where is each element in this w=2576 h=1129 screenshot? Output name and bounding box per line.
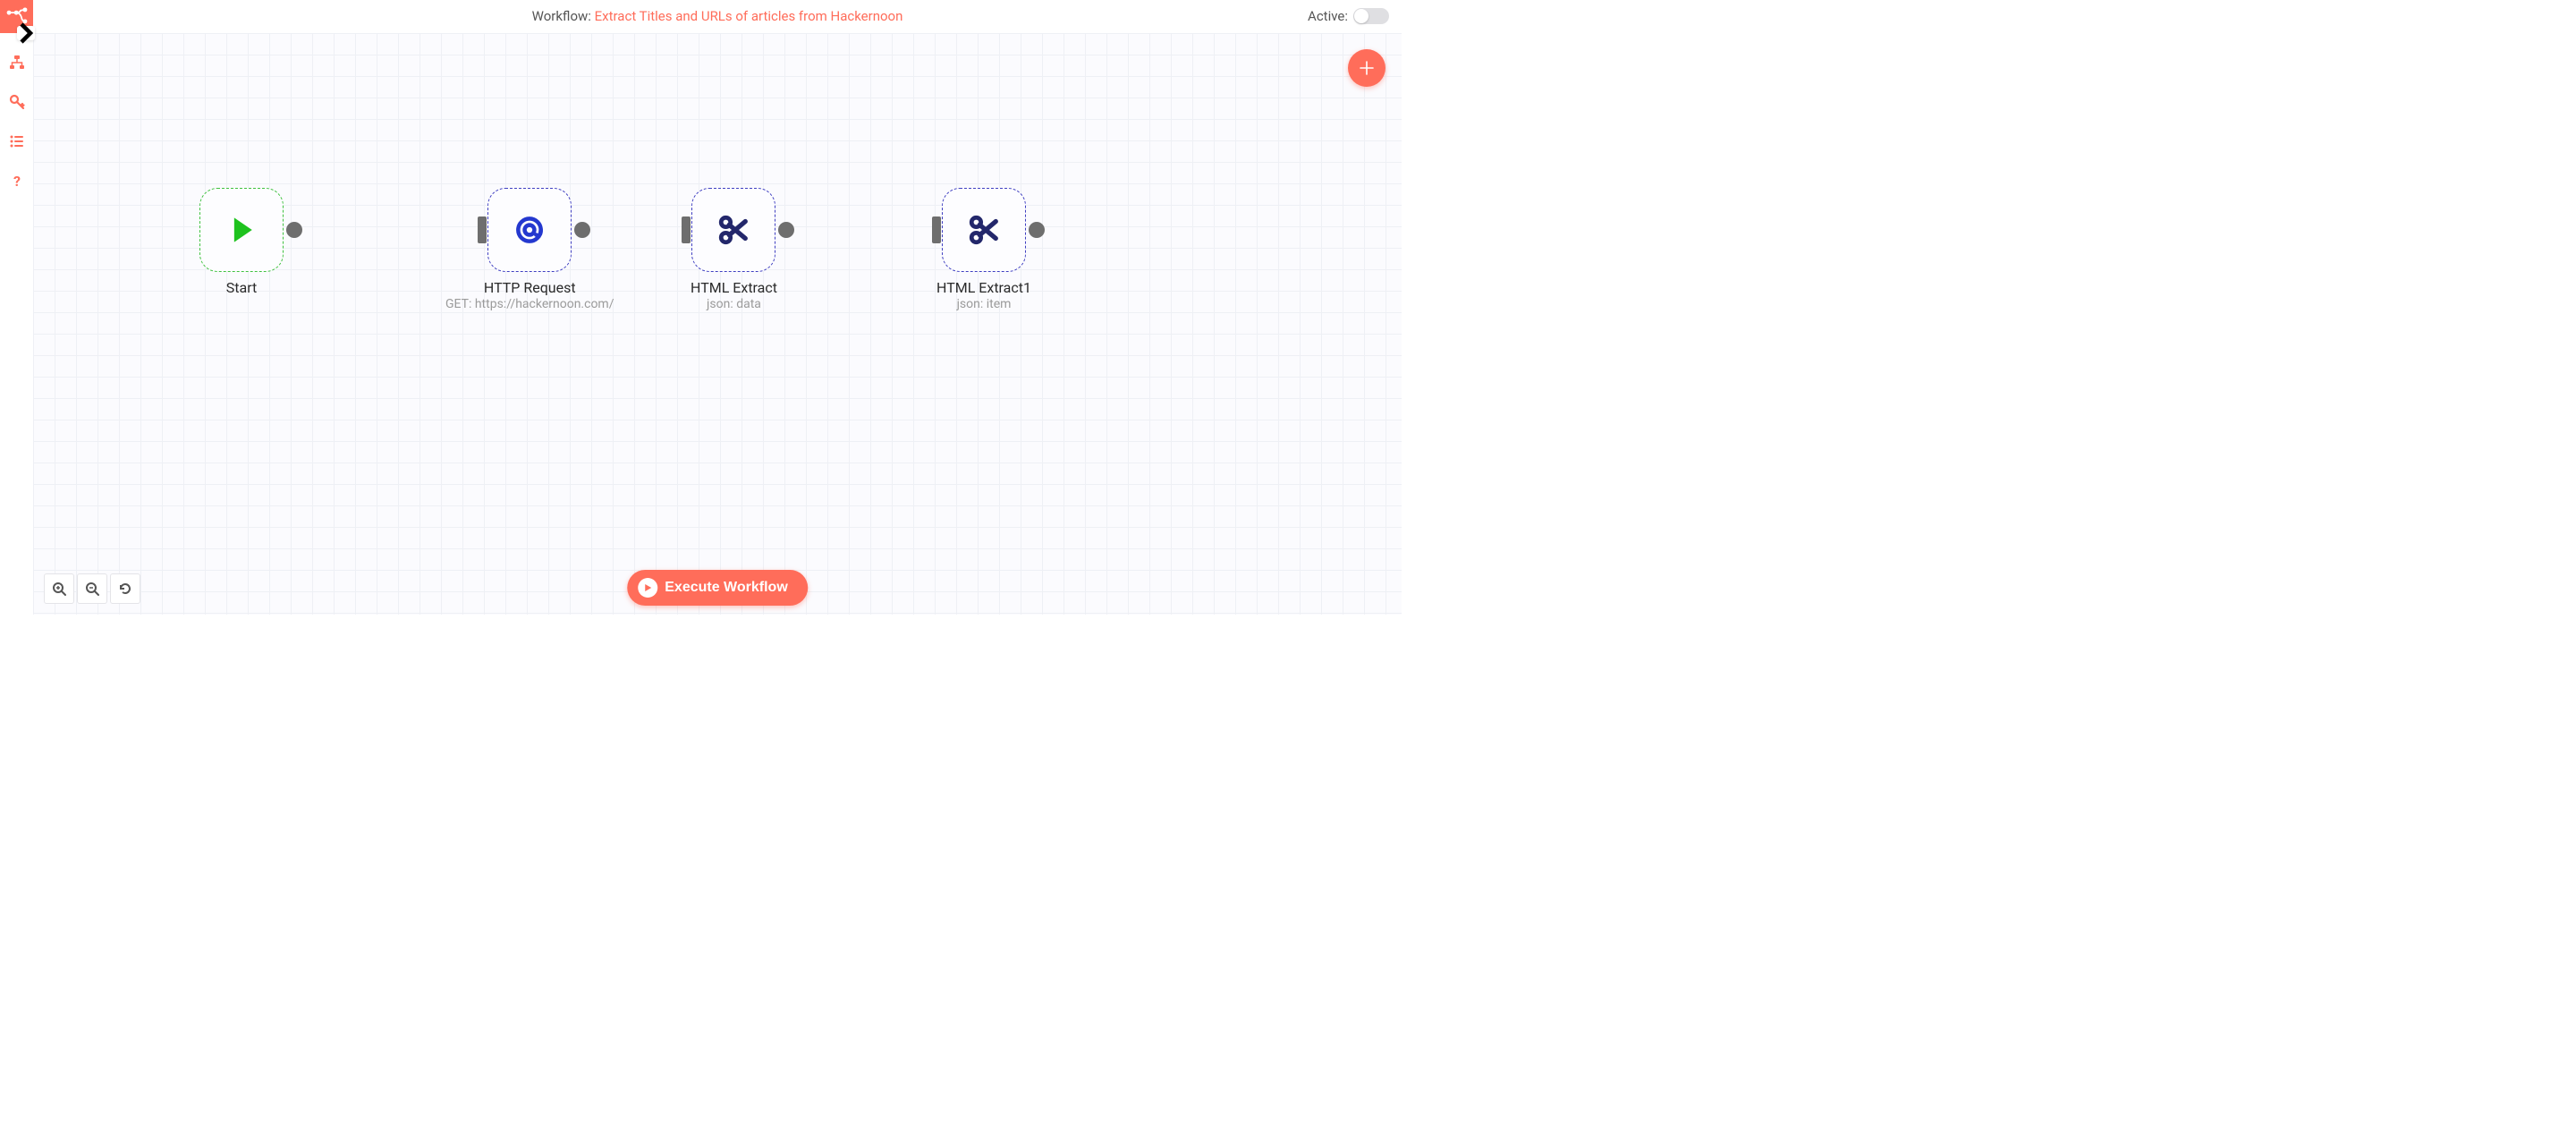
sidebar-item-workflows[interactable] [9, 55, 25, 71]
sidebar-item-executions[interactable] [9, 133, 25, 149]
nodes-layer: Start HTTP RequestGET: https://hackernoon… [33, 33, 1402, 615]
output-port[interactable] [574, 222, 590, 238]
node-box[interactable] [487, 188, 572, 272]
zoom-in-icon [52, 581, 66, 596]
workflows-icon [9, 55, 25, 71]
play-circle-icon [638, 578, 657, 598]
canvas[interactable]: Start HTTP RequestGET: https://hackernoon… [33, 33, 1402, 615]
list-icon [9, 133, 25, 149]
zoom-controls [44, 573, 140, 604]
node-http[interactable]: HTTP RequestGET: https://hackernoon.com/ [445, 188, 614, 311]
node-box[interactable] [942, 188, 1026, 272]
expand-sidebar-button[interactable] [17, 26, 35, 40]
scissors-icon [716, 212, 750, 248]
node-extract1[interactable]: HTML Extractjson: data [691, 188, 777, 311]
node-label: HTML Extract1 [936, 279, 1031, 296]
active-toggle-wrap: Active: [1308, 8, 1389, 24]
input-port[interactable] [932, 216, 941, 243]
output-port[interactable] [286, 222, 302, 238]
node-subtitle: GET: https://hackernoon.com/ [445, 297, 614, 311]
title-prefix: Workflow: [532, 8, 595, 24]
add-node-button[interactable] [1348, 49, 1385, 87]
question-icon: ? [10, 174, 24, 188]
node-box[interactable] [199, 188, 284, 272]
plus-icon [1358, 59, 1376, 77]
key-icon [9, 94, 25, 110]
at-icon [513, 211, 547, 249]
node-icon [225, 213, 258, 247]
execute-workflow-button[interactable]: Execute Workflow [627, 570, 808, 606]
svg-text:?: ? [13, 174, 21, 188]
reset-zoom-button[interactable] [110, 573, 140, 604]
node-subtitle: json: data [707, 297, 761, 311]
input-port[interactable] [478, 216, 487, 243]
zoom-in-button[interactable] [44, 573, 74, 604]
node-icon [513, 213, 547, 247]
output-port[interactable] [778, 222, 794, 238]
output-port[interactable] [1029, 222, 1045, 238]
node-subtitle: json: item [957, 297, 1012, 311]
execute-label: Execute Workflow [665, 580, 788, 596]
node-icon [967, 213, 1001, 247]
scissors-icon [967, 212, 1001, 248]
node-label: HTML Extract [691, 279, 777, 296]
node-label: Start [226, 279, 257, 296]
input-port[interactable] [682, 216, 691, 243]
node-box[interactable] [691, 188, 775, 272]
active-label: Active: [1308, 8, 1348, 24]
title-name[interactable]: Extract Titles and URLs of articles from… [595, 8, 903, 24]
node-start[interactable]: Start [199, 188, 284, 296]
chevron-right-icon [17, 21, 35, 45]
sidebar-item-help[interactable]: ? [9, 173, 25, 189]
workflow-title: Workflow: Extract Titles and URLs of art… [532, 8, 903, 24]
zoom-out-icon [85, 581, 99, 596]
reset-icon [118, 581, 132, 596]
node-icon [716, 213, 750, 247]
topbar: Workflow: Extract Titles and URLs of art… [33, 0, 1402, 33]
play-icon [225, 211, 258, 249]
sidebar-item-credentials[interactable] [9, 94, 25, 110]
node-label: HTTP Request [484, 279, 576, 296]
logo[interactable] [0, 0, 33, 33]
zoom-out-button[interactable] [77, 573, 107, 604]
node-extract2[interactable]: HTML Extract1json: item [936, 188, 1031, 311]
sidebar: ? [0, 0, 33, 615]
active-toggle[interactable] [1353, 8, 1389, 24]
